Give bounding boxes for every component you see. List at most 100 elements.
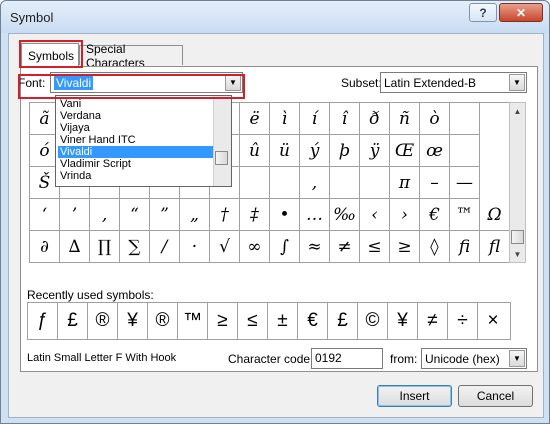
font-list-scrollbar[interactable] xyxy=(213,96,231,186)
symbol-cell[interactable]: ‡ xyxy=(240,199,270,231)
symbol-cell[interactable] xyxy=(270,167,300,199)
symbol-cell[interactable]: – xyxy=(420,167,450,199)
symbol-cell[interactable]: œ xyxy=(420,135,450,167)
title-bar: Symbol ? ✕ xyxy=(1,1,549,33)
font-option[interactable]: Vani xyxy=(58,98,215,110)
subset-dropdown-button[interactable]: ▼ xyxy=(509,74,525,91)
cancel-button[interactable]: Cancel xyxy=(458,385,533,407)
symbol-cell[interactable]: ý xyxy=(300,135,330,167)
symbol-cell[interactable]: ﬁ xyxy=(450,231,480,263)
recent-symbol-cell[interactable]: × xyxy=(478,303,508,339)
symbol-cell[interactable]: ∫ xyxy=(270,231,300,263)
recent-symbol-cell[interactable]: ® xyxy=(88,303,118,339)
symbol-cell[interactable]: , xyxy=(300,167,330,199)
symbol-cell[interactable]: Ω xyxy=(480,199,510,231)
symbol-cell[interactable] xyxy=(450,103,480,135)
symbol-cell[interactable]: ≈ xyxy=(300,231,330,263)
symbol-cell[interactable]: ∑ xyxy=(120,231,150,263)
tab-special-characters[interactable]: Special Characters xyxy=(79,42,183,70)
symbol-cell[interactable]: — xyxy=(450,167,480,199)
symbol-cell[interactable]: • xyxy=(270,199,300,231)
symbol-cell[interactable]: ì xyxy=(270,103,300,135)
symbol-cell[interactable] xyxy=(360,167,390,199)
symbol-cell[interactable]: ‰ xyxy=(330,199,360,231)
font-option[interactable]: Vijaya xyxy=(58,122,215,134)
symbol-cell[interactable]: Œ xyxy=(390,135,420,167)
from-label: from: xyxy=(390,352,418,366)
recent-symbol-cell[interactable]: £ xyxy=(328,303,358,339)
symbol-cell[interactable] xyxy=(450,135,480,167)
symbol-cell[interactable]: ◊ xyxy=(420,231,450,263)
symbol-cell[interactable] xyxy=(330,167,360,199)
symbol-cell[interactable]: › xyxy=(390,199,420,231)
scroll-up-button[interactable]: ▲ xyxy=(510,103,525,119)
recent-symbol-cell[interactable]: ≤ xyxy=(238,303,268,339)
recent-symbol-cell[interactable]: ™ xyxy=(178,303,208,339)
symbol-cell[interactable]: ò xyxy=(420,103,450,135)
symbol-cell[interactable]: ’ xyxy=(60,199,90,231)
symbol-cell[interactable]: ≤ xyxy=(360,231,390,263)
recent-symbol-cell[interactable]: € xyxy=(298,303,328,339)
recent-symbols-label: Recently used symbols: xyxy=(27,288,154,302)
recent-symbol-cell[interactable]: ® xyxy=(148,303,178,339)
from-dropdown-button[interactable]: ▼ xyxy=(509,350,525,367)
symbol-cell[interactable]: „ xyxy=(180,199,210,231)
subset-select[interactable]: Latin Extended-B ▼ xyxy=(380,72,527,93)
insert-label: Insert xyxy=(399,389,430,403)
symbol-cell[interactable]: ﬂ xyxy=(480,231,510,263)
from-select[interactable]: Unicode (hex) ▼ xyxy=(421,348,527,369)
font-option[interactable]: Vladimir Script xyxy=(58,158,215,170)
symbol-cell[interactable]: ∆ xyxy=(60,231,90,263)
symbol-cell[interactable]: ÿ xyxy=(360,135,390,167)
symbol-grid-scrollbar[interactable]: ▲ ▼ xyxy=(509,102,526,263)
symbol-cell[interactable]: ≠ xyxy=(330,231,360,263)
symbol-cell[interactable]: í xyxy=(300,103,330,135)
symbol-cell[interactable]: ð xyxy=(360,103,390,135)
font-option[interactable]: Vrinda xyxy=(58,170,215,182)
font-option-selected[interactable]: Vivaldi xyxy=(58,146,215,158)
font-list-scroll-thumb[interactable] xyxy=(215,151,228,165)
symbol-cell[interactable]: ∂ xyxy=(30,231,60,263)
font-select-highlight xyxy=(18,74,245,99)
symbol-cell[interactable]: € xyxy=(420,199,450,231)
symbol-cell[interactable]: … xyxy=(300,199,330,231)
scroll-down-button[interactable]: ▼ xyxy=(510,246,525,262)
symbol-cell[interactable]: π xyxy=(390,167,420,199)
symbol-cell[interactable]: √ xyxy=(210,231,240,263)
recent-symbol-cell[interactable]: ¥ xyxy=(118,303,148,339)
close-button[interactable]: ✕ xyxy=(499,3,543,22)
symbol-cell[interactable]: î xyxy=(330,103,360,135)
symbol-cell[interactable]: ≥ xyxy=(390,231,420,263)
scroll-thumb[interactable] xyxy=(511,230,524,244)
symbol-cell[interactable]: ” xyxy=(150,199,180,231)
help-button[interactable]: ? xyxy=(469,3,497,22)
symbol-cell[interactable]: ‹ xyxy=(360,199,390,231)
recent-symbol-cell[interactable]: © xyxy=(358,303,388,339)
insert-button[interactable]: Insert xyxy=(377,385,452,407)
symbol-cell[interactable]: ™ xyxy=(450,199,480,231)
recent-symbol-cell[interactable]: ÷ xyxy=(448,303,478,339)
symbol-cell[interactable]: ü xyxy=(270,135,300,167)
symbol-cell[interactable]: ∏ xyxy=(90,231,120,263)
symbol-cell[interactable]: ‚ xyxy=(90,199,120,231)
symbol-cell[interactable]: / xyxy=(150,231,180,263)
symbol-cell[interactable] xyxy=(240,167,270,199)
symbol-cell[interactable]: † xyxy=(210,199,240,231)
symbol-cell[interactable]: · xyxy=(180,231,210,263)
font-option[interactable]: Viner Hand ITC xyxy=(58,134,215,146)
symbol-cell[interactable]: ‘ xyxy=(30,199,60,231)
symbol-cell[interactable]: ñ xyxy=(390,103,420,135)
symbol-cell[interactable]: ∞ xyxy=(240,231,270,263)
recent-symbol-cell[interactable]: £ xyxy=(58,303,88,339)
recent-symbol-cell[interactable]: ≠ xyxy=(418,303,448,339)
recent-symbol-cell[interactable]: ≥ xyxy=(208,303,238,339)
symbol-cell[interactable]: þ xyxy=(330,135,360,167)
font-option[interactable]: Verdana xyxy=(58,110,215,122)
symbol-cell[interactable]: “ xyxy=(120,199,150,231)
symbol-cell[interactable]: û xyxy=(240,135,270,167)
recent-symbol-cell[interactable]: ¥ xyxy=(388,303,418,339)
symbol-cell[interactable]: ë xyxy=(240,103,270,135)
character-code-input[interactable]: 0192 xyxy=(311,348,383,369)
recent-symbol-cell[interactable]: ± xyxy=(268,303,298,339)
recent-symbol-cell[interactable]: ƒ xyxy=(28,303,58,339)
